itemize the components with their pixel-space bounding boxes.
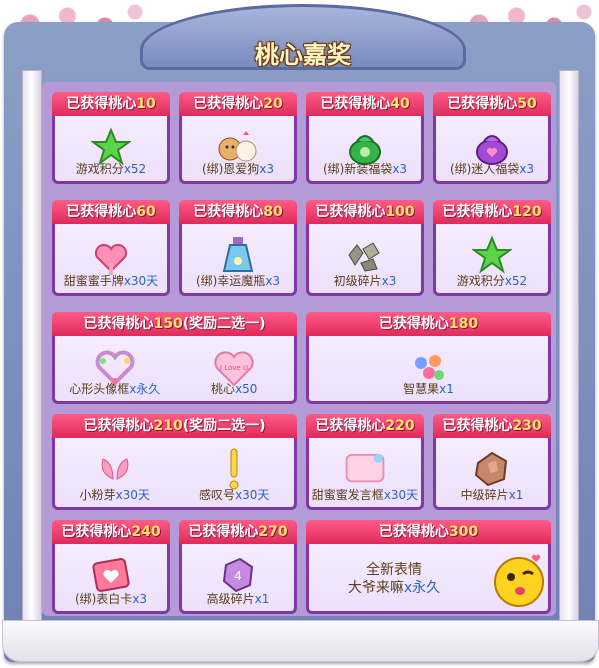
reward-label: 桃心x50 bbox=[211, 382, 258, 396]
reward-ribbon: 已获得桃心270 bbox=[179, 520, 297, 544]
pillar-left bbox=[22, 70, 42, 632]
pillar-right bbox=[559, 70, 579, 632]
reward-ribbon: 已获得桃心180 bbox=[306, 312, 551, 336]
pink-sprout-icon bbox=[93, 447, 137, 491]
svg-text:I Love U: I Love U bbox=[220, 364, 248, 372]
reward-option-b[interactable]: I Love U 桃心x50 bbox=[175, 339, 295, 401]
stone-shards-icon bbox=[343, 233, 387, 277]
reward-label: 全新表情 大爷来嘛x永久 bbox=[347, 562, 441, 596]
reward-option-a[interactable]: 心形头像框x永久 bbox=[55, 339, 175, 401]
reward-label: 游戏积分x52 bbox=[456, 274, 528, 288]
reward-card-80[interactable]: 已获得桃心80 (绑)幸运魔瓶x3 bbox=[179, 200, 297, 296]
reward-option-a[interactable]: 小粉芽x30天 bbox=[55, 441, 175, 507]
reward-label: 中级碎片x1 bbox=[460, 488, 524, 502]
reward-label: 智慧果x1 bbox=[403, 382, 454, 396]
reward-label: 甜蜜蜜手牌x30天 bbox=[63, 274, 159, 288]
reward-label: 心形头像框x永久 bbox=[69, 382, 161, 396]
reward-label: 高级碎片x1 bbox=[206, 592, 270, 606]
reward-ribbon: 已获得桃心10 bbox=[52, 92, 170, 116]
board-base bbox=[2, 620, 599, 662]
reward-label: (绑)迷人福袋x3 bbox=[449, 162, 535, 176]
reward-label: 感叹号x30天 bbox=[199, 488, 270, 502]
reward-card-300[interactable]: 已获得桃心300 全新表情 大爷来嘛x永久 bbox=[306, 520, 551, 614]
reward-ribbon: 已获得桃心80 bbox=[179, 200, 297, 224]
reward-label: (绑)新装福袋x3 bbox=[322, 162, 408, 176]
reward-card-60[interactable]: 已获得桃心60 甜蜜蜜手牌x30天 bbox=[52, 200, 170, 296]
reward-ribbon: 已获得桃心40 bbox=[306, 92, 424, 116]
reward-ribbon: 已获得桃心20 bbox=[179, 92, 297, 116]
reward-label: (绑)恩爱狗x3 bbox=[201, 162, 275, 176]
reward-card-240[interactable]: 已获得桃心240 (绑)表白卡x3 bbox=[52, 520, 170, 614]
reward-card-150[interactable]: 已获得桃心150(奖励二选一) 心形头像框x永久 I Love U 桃心x50 bbox=[52, 312, 297, 404]
title-banner: 桃心嘉奖 bbox=[140, 4, 466, 70]
reward-option-b[interactable]: 感叹号x30天 bbox=[175, 441, 295, 507]
reward-card-40[interactable]: 已获得桃心40 (绑)新装福袋x3 bbox=[306, 92, 424, 184]
reward-ribbon: 已获得桃心220 bbox=[306, 414, 424, 438]
reward-label: 甜蜜蜜发言框x30天 bbox=[311, 488, 419, 502]
reward-ribbon: 已获得桃心150(奖励二选一) bbox=[52, 312, 297, 336]
reward-ribbon: 已获得桃心210(奖励二选一) bbox=[52, 414, 297, 438]
reward-ribbon: 已获得桃心100 bbox=[306, 200, 424, 224]
reward-card-220[interactable]: 已获得桃心220 甜蜜蜜发言框x30天 bbox=[306, 414, 424, 510]
reward-label: 游戏积分x52 bbox=[75, 162, 147, 176]
svg-text:4: 4 bbox=[234, 569, 242, 583]
reward-card-230[interactable]: 已获得桃心230 中级碎片x1 bbox=[433, 414, 551, 510]
reward-ribbon: 已获得桃心300 bbox=[306, 520, 551, 544]
reward-ribbon: 已获得桃心60 bbox=[52, 200, 170, 224]
mid-shard-icon bbox=[470, 447, 514, 491]
reward-label: 小粉芽x30天 bbox=[79, 488, 150, 502]
reward-card-270[interactable]: 已获得桃心270 4 高级碎片x1 bbox=[179, 520, 297, 614]
pink-heart-sign-icon bbox=[89, 233, 133, 277]
reward-card-180[interactable]: 已获得桃心180 智慧果x1 bbox=[306, 312, 551, 404]
reward-card-20[interactable]: 已获得桃心20 (绑)恩爱狗x3 bbox=[179, 92, 297, 184]
reward-ribbon: 已获得桃心120 bbox=[433, 200, 551, 224]
magic-bottle-icon bbox=[216, 233, 260, 277]
reward-card-50[interactable]: 已获得桃心50 (绑)迷人福袋x3 bbox=[433, 92, 551, 184]
reward-label: 初级碎片x3 bbox=[333, 274, 397, 288]
page-title: 桃心嘉奖 bbox=[255, 41, 351, 69]
reward-ribbon: 已获得桃心240 bbox=[52, 520, 170, 544]
reward-card-210[interactable]: 已获得桃心210(奖励二选一) 小粉芽x30天 感叹号x30天 bbox=[52, 414, 297, 510]
speech-frame-icon bbox=[343, 447, 387, 491]
reward-label: (绑)幸运魔瓶x3 bbox=[195, 274, 281, 288]
reward-card-10[interactable]: 已获得桃心10 游戏积分x52 bbox=[52, 92, 170, 184]
reward-label: (绑)表白卡x3 bbox=[74, 592, 148, 606]
reward-ribbon: 已获得桃心50 bbox=[433, 92, 551, 116]
kiss-emoji-icon bbox=[489, 551, 549, 611]
reward-card-120[interactable]: 已获得桃心120 游戏积分x52 bbox=[433, 200, 551, 296]
reward-card-100[interactable]: 已获得桃心100 初级碎片x3 bbox=[306, 200, 424, 296]
exclamation-icon bbox=[212, 447, 256, 491]
green-star-icon bbox=[470, 233, 514, 277]
reward-ribbon: 已获得桃心230 bbox=[433, 414, 551, 438]
